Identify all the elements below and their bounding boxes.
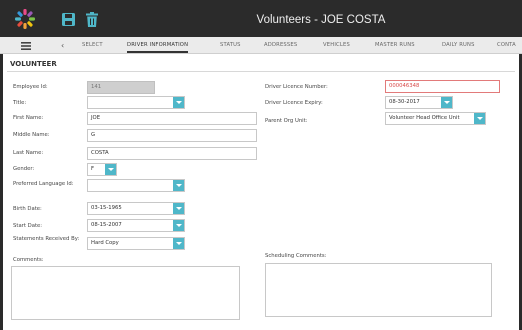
calendar-dropdown-icon[interactable] (173, 220, 184, 231)
title-label: Title: (13, 100, 27, 106)
calendar-dropdown-icon[interactable] (173, 203, 184, 214)
parent-org-select[interactable]: Volunteer Head Office Unit (385, 112, 486, 125)
start-date-field[interactable]: 08-15-2007 (87, 219, 185, 232)
chevron-down-icon[interactable] (173, 238, 184, 249)
licence-number-field[interactable]: 000046348 (385, 80, 500, 93)
parent-org-value: Volunteer Head Office Unit (389, 115, 460, 121)
last-name-label: Last Name: (13, 150, 44, 156)
tab-vehicles[interactable]: VEHICLES (323, 37, 350, 53)
licence-expiry-value: 08-30-2017 (389, 99, 420, 105)
tab-daily-runs[interactable]: DAILY RUNS (442, 37, 475, 53)
tab-contacts[interactable]: CONTA (497, 37, 516, 53)
birth-date-value: 03-15-1965 (91, 205, 122, 211)
licence-expiry-field[interactable]: 08-30-2017 (385, 96, 453, 109)
employee-id-field: 141 (87, 81, 155, 94)
birth-date-field[interactable]: 03-15-1965 (87, 202, 185, 215)
tab-driver-information[interactable]: DRIVER INFORMATION (127, 37, 189, 53)
statements-select-value: Hard Copy (91, 240, 119, 246)
middle-name-field[interactable]: G (87, 129, 257, 142)
gender-select[interactable]: F (87, 163, 117, 176)
chevron-left-icon[interactable]: ‹ (61, 41, 64, 50)
chevron-down-icon[interactable] (173, 180, 184, 191)
preferred-language-label: Preferred Language Id: (13, 181, 74, 187)
comments-textarea[interactable] (11, 266, 240, 320)
birth-date-label: Birth Date: (13, 206, 42, 212)
statements-select[interactable]: Hard Copy (87, 237, 185, 250)
section-divider (7, 71, 515, 72)
licence-expiry-label: Driver Licence Expiry: (265, 100, 323, 106)
form-panel: VOLUNTEER Employee Id: 141 Title: First … (3, 54, 519, 330)
menu-icon[interactable] (21, 42, 31, 50)
comments-label: Comments: (13, 257, 44, 263)
start-date-label: Start Date: (13, 223, 43, 229)
parent-org-label: Parent Org Unit: (265, 118, 308, 124)
title-select[interactable] (87, 96, 185, 109)
employee-id-label: Employee Id: (13, 84, 48, 90)
preferred-language-select[interactable] (87, 179, 185, 192)
statements-label: Statements Received By: (13, 236, 80, 242)
chevron-down-icon[interactable] (173, 97, 184, 108)
first-name-label: First Name: (13, 115, 44, 121)
calendar-dropdown-icon[interactable] (441, 97, 452, 108)
start-date-value: 08-15-2007 (91, 222, 122, 228)
licence-number-label: Driver Licence Number: (265, 84, 328, 90)
app-header: Volunteers - JOE COSTA (0, 0, 522, 37)
chevron-down-icon[interactable] (105, 164, 116, 175)
gender-select-value: F (91, 166, 95, 172)
section-title: VOLUNTEER (10, 60, 57, 68)
scheduling-comments-textarea[interactable] (265, 263, 492, 317)
page-title: Volunteers - JOE COSTA (256, 14, 386, 26)
middle-name-label: Middle Name: (13, 132, 50, 138)
gender-label: Gender: (13, 166, 35, 172)
first-name-field[interactable]: JOE (87, 112, 257, 125)
tab-master-runs[interactable]: MASTER RUNS (375, 37, 415, 53)
tab-status[interactable]: STATUS (220, 37, 241, 53)
tab-addresses[interactable]: ADDRESSES (264, 37, 297, 53)
scheduling-comments-label: Scheduling Comments: (265, 253, 327, 259)
tab-select[interactable]: SELECT (82, 37, 103, 53)
chevron-down-icon[interactable] (474, 113, 485, 124)
tab-bar: ‹ SELECT DRIVER INFORMATION STATUS ADDRE… (0, 37, 522, 54)
last-name-field[interactable]: COSTA (87, 147, 257, 160)
